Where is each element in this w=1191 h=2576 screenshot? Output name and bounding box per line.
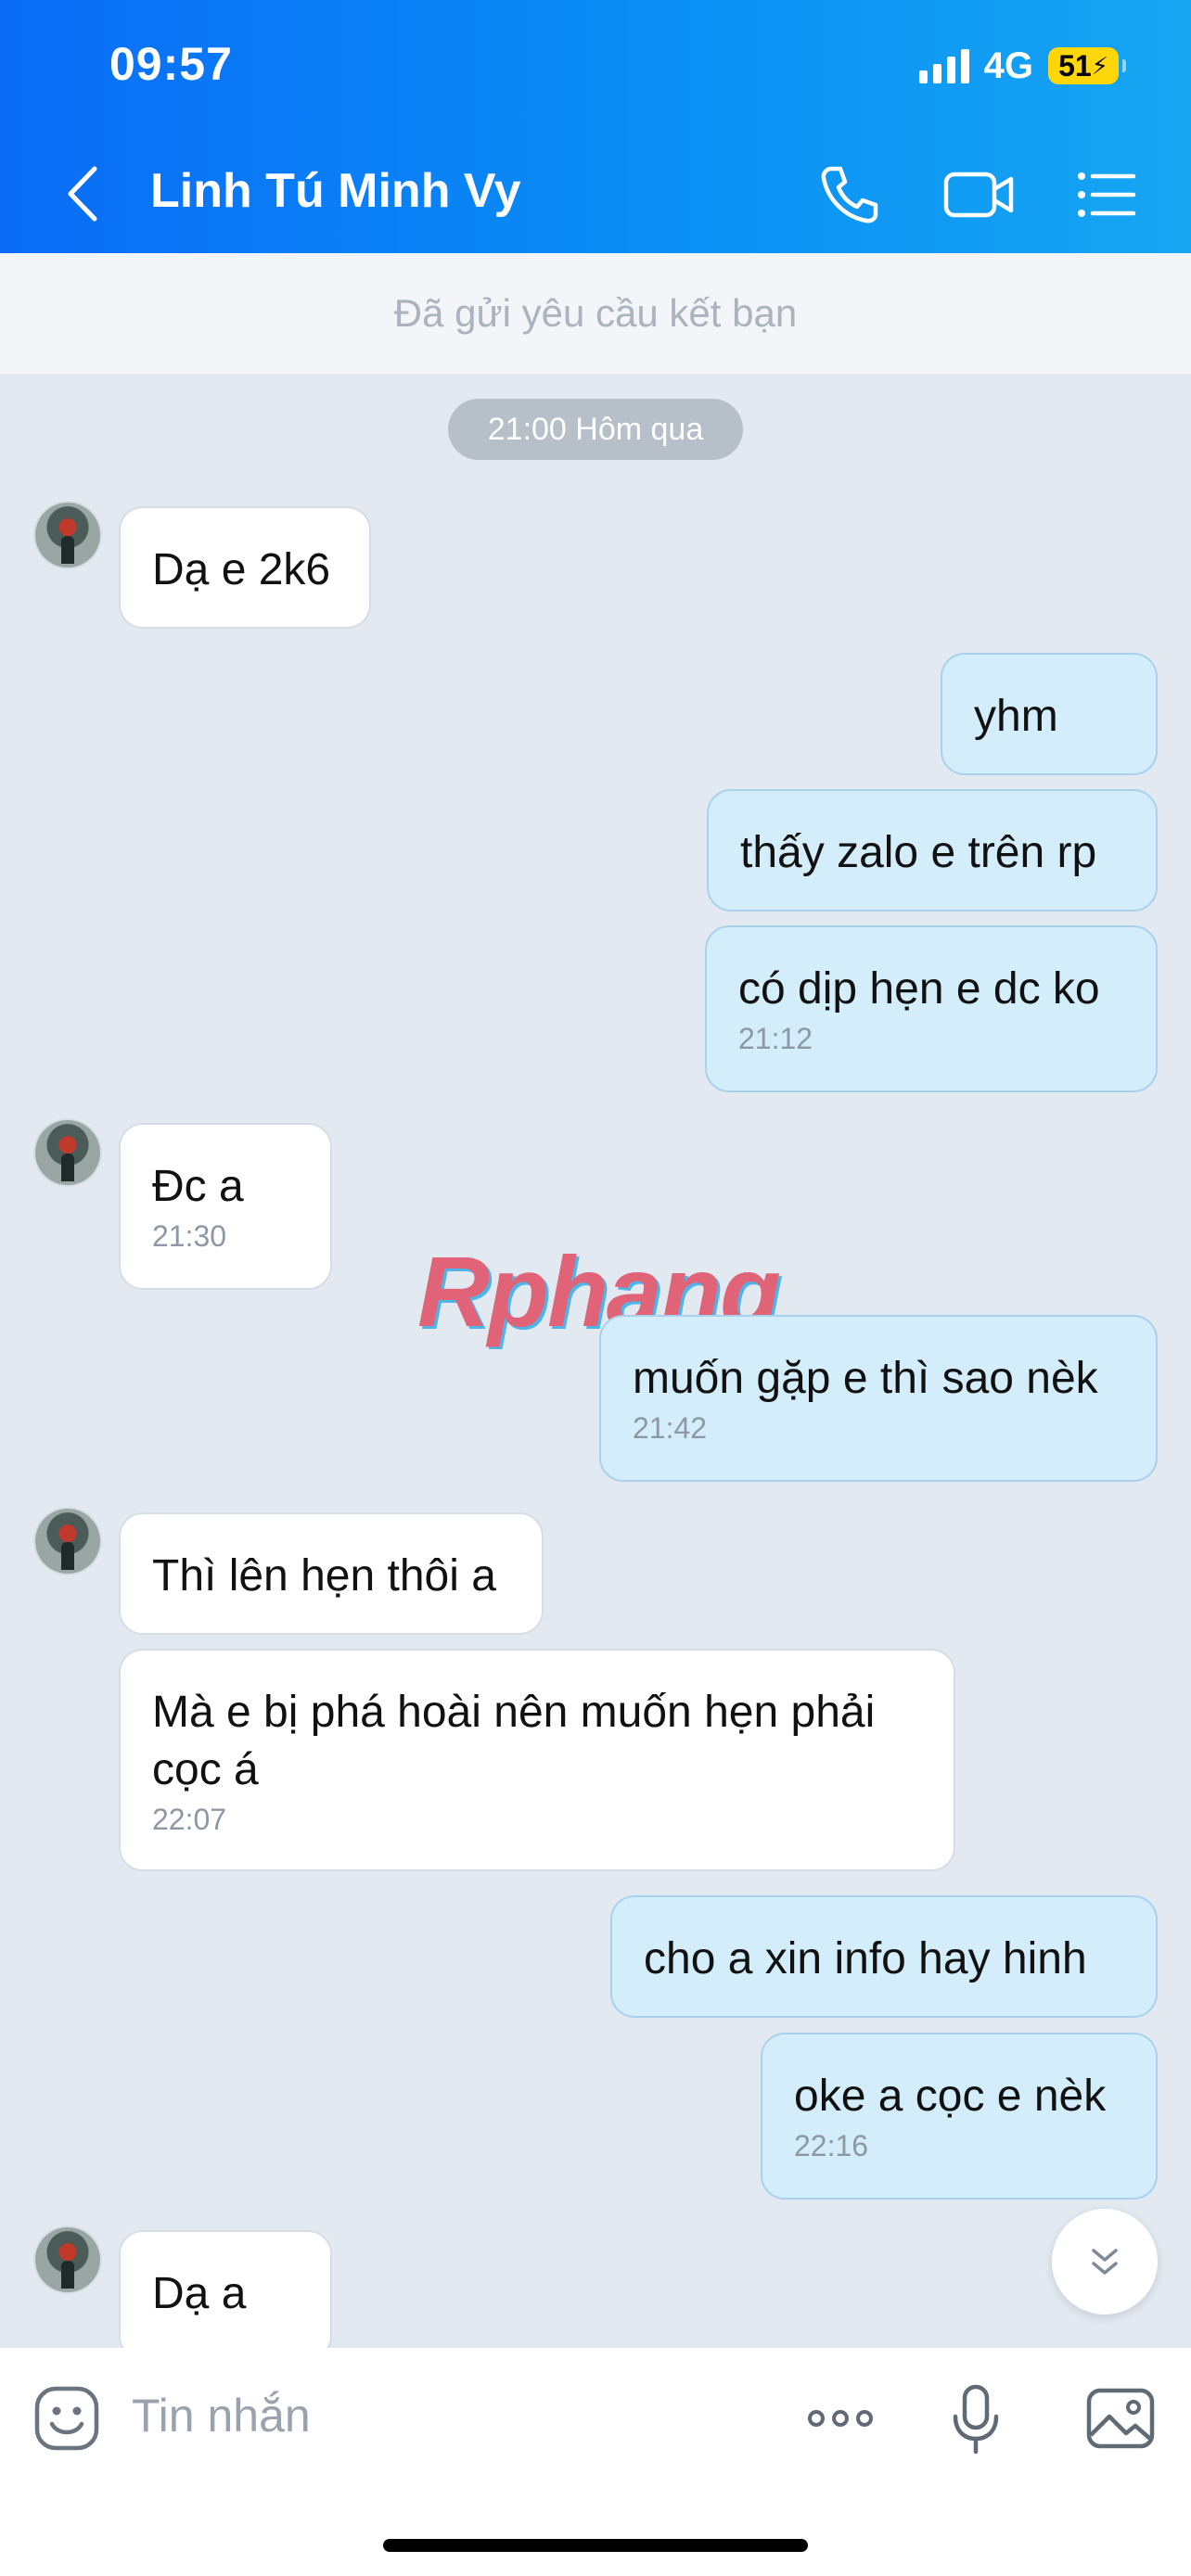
message-bubble[interactable]: Thì lên hẹn thôi a: [119, 1512, 544, 1635]
message-text: Mà e bị phá hoài nên muốn hẹn phải cọc á: [152, 1688, 876, 1794]
friend-request-text: Đã gửi yêu cầu kết bạn: [393, 291, 798, 335]
emoji-icon[interactable]: [30, 2381, 104, 2455]
message-text: oke a cọc e nèk: [794, 2072, 1107, 2121]
message-text: Dạ e 2k6: [152, 545, 331, 594]
message-time: 21:12: [738, 1022, 813, 1055]
message-bubble[interactable]: có dịp hẹn e dc ko 21:12: [705, 925, 1158, 1092]
chat-header: 09:57 4G 51 ⚡ Linh Tú Minh Vy: [0, 0, 1191, 253]
list-icon[interactable]: [1074, 159, 1139, 230]
avatar[interactable]: [35, 2227, 100, 2292]
message-time: 22:16: [794, 2129, 869, 2162]
chevron-left-icon[interactable]: [59, 163, 106, 224]
battery-icon: 51 ⚡: [1048, 47, 1126, 84]
message-time: 21:30: [152, 1219, 227, 1253]
battery-level: 51: [1058, 48, 1092, 83]
phone-icon[interactable]: [814, 159, 885, 230]
message-bubble[interactable]: muốn gặp e thì sao nèk 21:42: [599, 1315, 1158, 1482]
avatar[interactable]: [35, 1509, 100, 1574]
message-bubble[interactable]: Dạ a: [119, 2230, 332, 2360]
message-bubble[interactable]: thấy zalo e trên rp: [707, 789, 1158, 912]
message-time: 21:42: [633, 1411, 708, 1445]
microphone-icon[interactable]: [939, 2381, 1013, 2455]
message-bubble[interactable]: oke a cọc e nèk 22:16: [761, 2033, 1158, 2200]
status-time: 09:57: [109, 38, 233, 90]
message-bubble[interactable]: yhm: [941, 653, 1158, 775]
message-bubble[interactable]: cho a xin info hay hinh: [610, 1895, 1158, 2018]
message-text: Thì lên hẹn thôi a: [152, 1551, 496, 1600]
home-indicator: [383, 2539, 808, 2552]
video-camera-icon[interactable]: [942, 159, 1017, 230]
chevron-down-icon: [1092, 2249, 1118, 2275]
message-bubble[interactable]: Dạ e 2k6: [119, 506, 371, 629]
message-text: Đc a: [152, 1162, 244, 1211]
chat-title[interactable]: Linh Tú Minh Vy: [150, 163, 521, 219]
message-text: Dạ a: [152, 2269, 247, 2318]
avatar[interactable]: [35, 1120, 100, 1185]
message-bubble[interactable]: Đc a 21:30: [119, 1123, 332, 1290]
network-type: 4G: [983, 45, 1033, 86]
avatar[interactable]: [35, 503, 100, 567]
date-separator: 21:00 Hôm qua: [448, 399, 743, 460]
message-text: thấy zalo e trên rp: [740, 828, 1097, 877]
signal-icon: [918, 48, 969, 83]
message-composer: Tin nhắn: [0, 2348, 1191, 2576]
scroll-to-bottom-button[interactable]: [1052, 2209, 1158, 2315]
message-text: có dịp hẹn e dc ko: [738, 964, 1100, 1014]
message-text: yhm: [974, 692, 1058, 741]
message-bubble[interactable]: Mà e bị phá hoài nên muốn hẹn phải cọc á…: [119, 1649, 955, 1871]
message-text: muốn gặp e thì sao nèk: [633, 1354, 1098, 1403]
message-text: cho a xin info hay hinh: [644, 1934, 1087, 1983]
status-icons: 4G 51 ⚡: [918, 43, 1126, 89]
friend-request-banner: Đã gửi yêu cầu kết bạn: [0, 253, 1191, 374]
image-icon[interactable]: [1083, 2381, 1158, 2455]
message-input[interactable]: Tin nhắn: [132, 2389, 311, 2442]
message-time: 22:07: [152, 1803, 227, 1836]
more-dots-icon[interactable]: [803, 2381, 877, 2455]
